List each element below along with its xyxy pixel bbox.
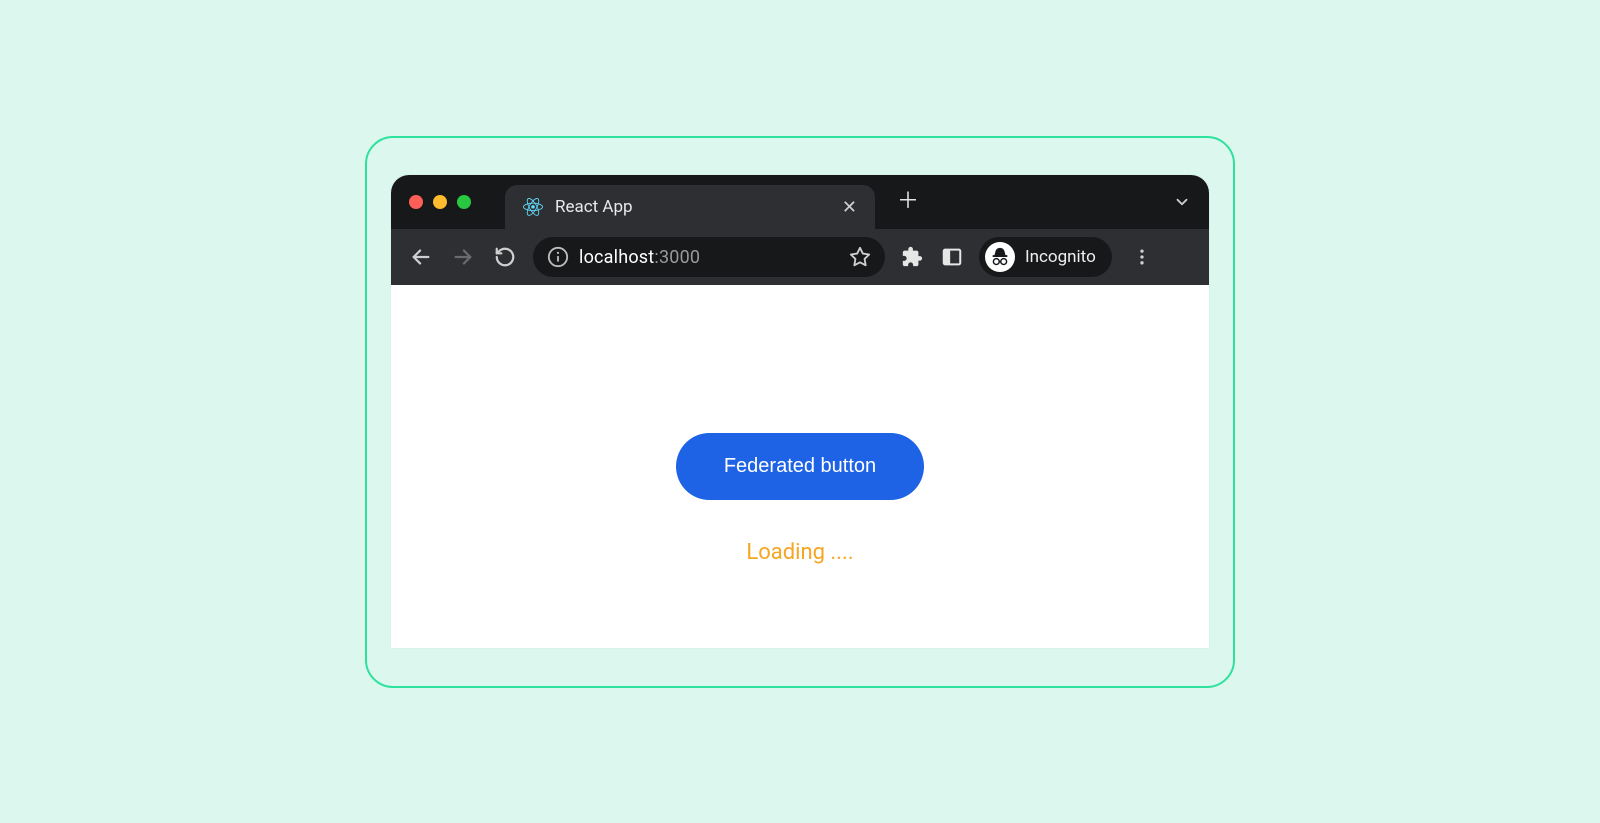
react-favicon-icon [523,197,543,217]
browser-tab[interactable]: React App ✕ [505,185,875,229]
site-info-icon[interactable] [547,246,569,268]
window-minimize-button[interactable] [433,195,447,209]
loading-text: Loading .... [746,540,853,565]
traffic-lights [409,195,471,209]
bookmark-star-icon[interactable] [849,246,871,268]
incognito-label: Incognito [1025,247,1096,267]
tabs-dropdown-icon[interactable] [1173,193,1191,211]
federated-button[interactable]: Federated button [676,433,924,500]
window-maximize-button[interactable] [457,195,471,209]
url-port: :3000 [654,247,700,268]
reload-button[interactable] [491,243,519,271]
url-host: localhost [579,247,654,268]
address-bar[interactable]: localhost:3000 [533,237,885,277]
new-tab-button[interactable]: ＋ [897,191,919,213]
forward-button[interactable] [449,243,477,271]
browser-menu-icon[interactable] [1132,247,1152,267]
browser-toolbar: localhost:3000 [391,229,1209,285]
side-panel-icon[interactable] [939,244,965,270]
window-close-button[interactable] [409,195,423,209]
incognito-icon [985,242,1015,272]
tab-title: React App [555,197,830,217]
extensions-icon[interactable] [899,244,925,270]
back-button[interactable] [407,243,435,271]
tab-strip: React App ✕ ＋ [391,175,1209,229]
url-text: localhost:3000 [579,247,700,268]
close-tab-icon[interactable]: ✕ [842,197,857,218]
incognito-badge[interactable]: Incognito [979,237,1112,277]
page-viewport: Federated button Loading .... [391,285,1209,648]
browser-window: React App ✕ ＋ [391,175,1209,648]
frame-container: React App ✕ ＋ [365,136,1235,688]
